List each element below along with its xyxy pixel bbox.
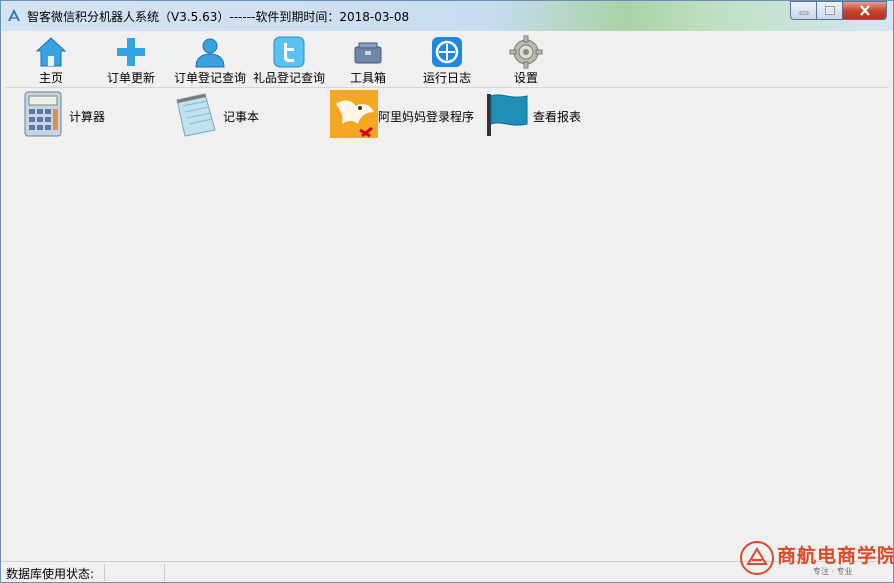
calculator-icon: [24, 91, 62, 137]
maximize-button[interactable]: [817, 1, 843, 20]
maximize-icon: [824, 6, 835, 15]
twitter-icon: [273, 36, 305, 68]
app-label: 查看报表: [533, 110, 582, 124]
toolbar-toolbox-button[interactable]: 工具箱: [328, 34, 408, 86]
close-button[interactable]: [843, 1, 887, 20]
window-title: 智客微信积分机器人系统（V3.5.63）------软件到期时间：2018-03…: [27, 10, 410, 24]
gear-icon: [509, 35, 543, 69]
watermark-logo-icon: [740, 541, 774, 575]
watermark-subtext: 专注 · 专业: [813, 567, 853, 576]
minimize-icon: [799, 11, 808, 14]
db-status-label: 数据库使用状态:: [6, 567, 95, 581]
toolbox-icon: [354, 42, 382, 64]
notepad-icon: [176, 93, 216, 137]
alimama-icon: [330, 90, 378, 138]
app-label: 记事本: [223, 110, 260, 124]
app-view-report[interactable]: 查看报表: [485, 90, 595, 140]
close-icon: [859, 5, 870, 16]
toolbar-gift-query-button[interactable]: 礼品登记查询: [249, 34, 329, 86]
app-alimama-login[interactable]: 阿里妈妈登录程序: [330, 90, 480, 140]
app-label: 计算器: [69, 110, 106, 124]
app-notepad[interactable]: 记事本: [171, 90, 281, 140]
flag-icon: [487, 94, 528, 136]
toolbar-log-button[interactable]: 运行日志: [407, 34, 487, 86]
window-controls: [790, 1, 887, 21]
toolbar-order-update-button[interactable]: 订单更新: [91, 34, 171, 86]
toolbar-settings-button[interactable]: 设置: [486, 34, 566, 86]
watermark-text: 商航电商学院: [777, 545, 894, 567]
app-window: 智客微信积分机器人系统（V3.5.63）------软件到期时间：2018-03…: [0, 0, 894, 583]
app-logo-icon: [8, 9, 20, 21]
watermark: 商航电商学院 专注 · 专业: [739, 540, 893, 580]
app-calculator[interactable]: 计算器: [19, 90, 119, 140]
user-icon: [195, 38, 225, 68]
minimize-button[interactable]: [790, 1, 817, 20]
status-divider: [104, 564, 105, 581]
main-toolbar: 主页 订单更新 订单登记查询 礼品登记查询 工具箱 运行日志 设置: [5, 32, 889, 88]
status-divider: [164, 564, 165, 581]
toolbar-label: 设置: [513, 71, 538, 85]
toolbar-order-query-button[interactable]: 订单登记查询: [170, 34, 250, 86]
app-label: 阿里妈妈登录程序: [378, 110, 475, 124]
title-bar[interactable]: 智客微信积分机器人系统（V3.5.63）------软件到期时间：2018-03…: [1, 1, 893, 31]
log-icon: [432, 37, 462, 67]
home-icon: [35, 37, 67, 67]
app-launcher-panel: 计算器 记事本 阿里妈妈登录程序 查看报表: [5, 88, 889, 561]
toolbar-home-button[interactable]: 主页: [11, 34, 91, 86]
plus-icon: [117, 38, 145, 66]
